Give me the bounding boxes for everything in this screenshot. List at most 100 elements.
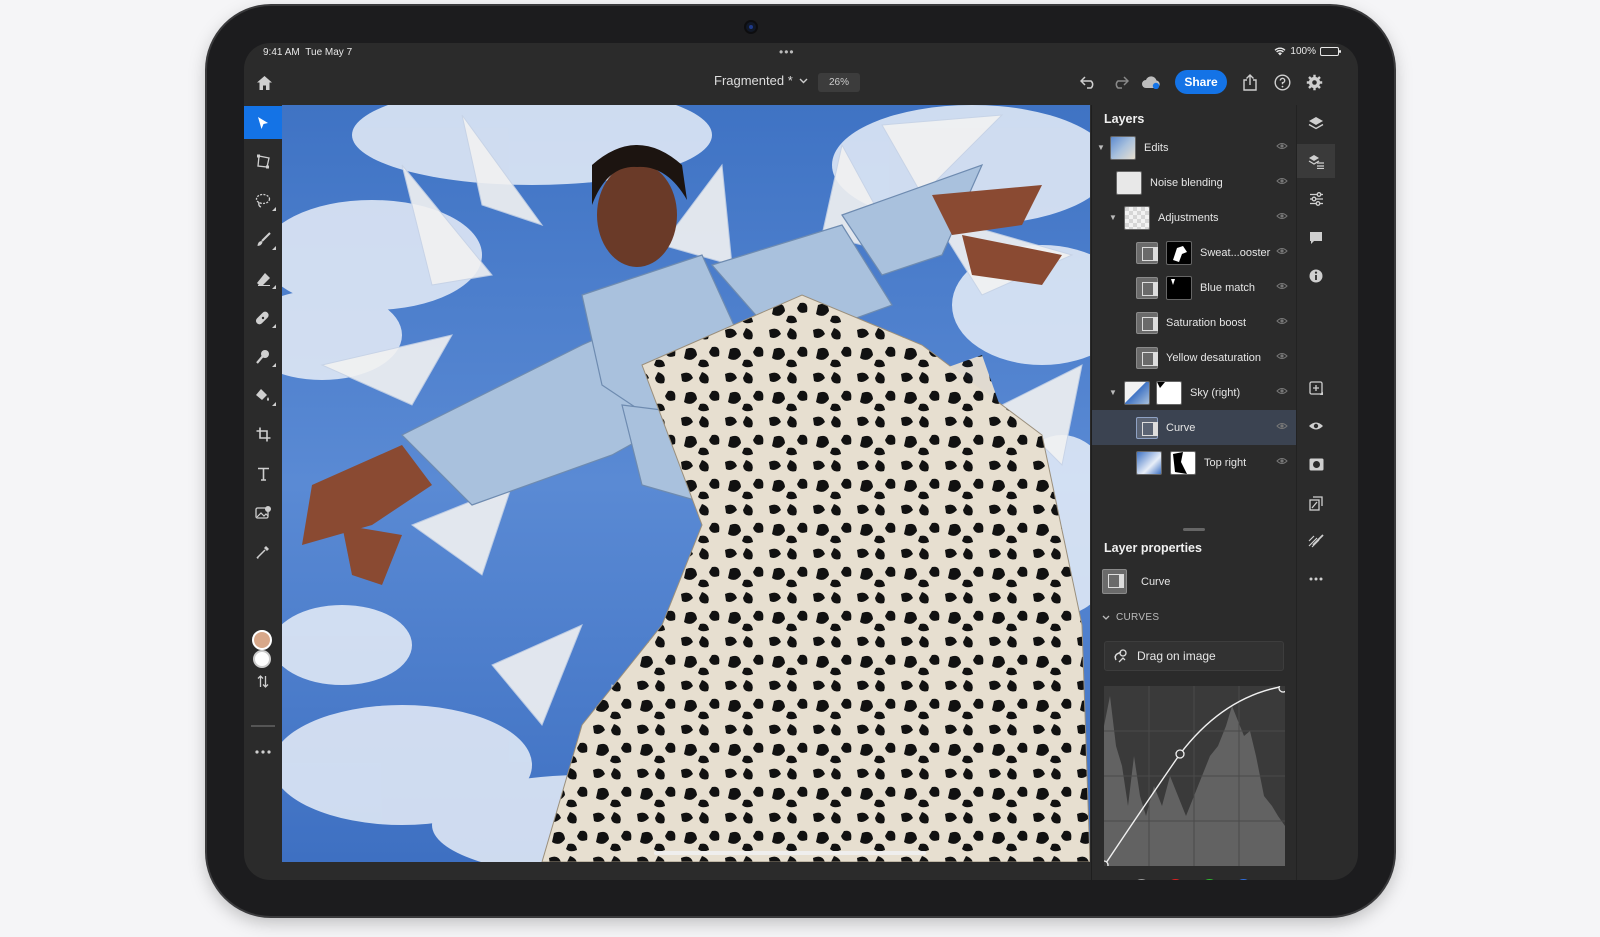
tool-rail-divider [251, 725, 275, 727]
visibility-eye-icon[interactable] [1276, 387, 1288, 395]
undo-button[interactable] [1077, 71, 1099, 93]
type-tool[interactable] [244, 457, 282, 490]
collapse-caret-icon[interactable]: ▼ [1108, 388, 1118, 397]
layer-properties-button[interactable] [1297, 144, 1335, 178]
layer-row-blue-match[interactable]: Blue match [1092, 270, 1296, 305]
refine-edge-button[interactable] [1297, 524, 1335, 558]
collapse-caret-icon[interactable]: ▼ [1096, 143, 1106, 152]
eyedropper-tool[interactable] [244, 535, 282, 568]
visibility-eye-icon[interactable] [1276, 247, 1288, 255]
status-indicators: 100% [1274, 46, 1341, 57]
layer-row-sweat-booster[interactable]: Sweat...ooster [1092, 235, 1296, 270]
adjustment-thumbnail [1136, 241, 1158, 264]
channel-green-button[interactable] [1201, 879, 1218, 880]
layer-name: Saturation boost [1166, 316, 1247, 329]
visibility-eye-icon[interactable] [1276, 177, 1288, 185]
chevron-down-icon [799, 78, 808, 83]
home-indicator[interactable] [654, 851, 926, 855]
document-title[interactable]: Fragmented * [714, 73, 808, 88]
transform-tool-icon [256, 154, 270, 169]
redo-button[interactable] [1109, 71, 1131, 93]
adjustment-thumbnail [1136, 276, 1158, 299]
visibility-eye-icon[interactable] [1276, 142, 1288, 150]
date-text: Tue May 7 [305, 47, 353, 58]
drag-on-image-label: Drag on image [1137, 649, 1216, 663]
more-tools-button[interactable] [244, 735, 282, 768]
swap-colors-icon [257, 675, 269, 688]
battery-percent: 100% [1290, 46, 1316, 57]
document-canvas[interactable] [282, 105, 1090, 862]
crop-tool[interactable] [244, 418, 282, 451]
status-bar: 9:41 AM Tue May 7 ••• 100% [244, 43, 1358, 63]
layers-panel-button[interactable] [1297, 106, 1335, 140]
add-layer-button[interactable] [1297, 371, 1335, 405]
visibility-eye-icon[interactable] [1276, 212, 1288, 220]
foreground-color-swatch[interactable] [252, 630, 272, 650]
layer-row-edits[interactable]: ▼ Edits [1092, 130, 1296, 165]
visibility-eye-icon[interactable] [1276, 282, 1288, 290]
healing-tool[interactable] [244, 301, 282, 334]
visibility-eye-icon[interactable] [1276, 317, 1288, 325]
document-title-text: Fragmented * [714, 73, 793, 88]
home-button[interactable] [253, 72, 275, 94]
brush-tool-icon [257, 232, 271, 246]
add-adjustment-button[interactable] [1297, 486, 1335, 520]
collapse-caret-icon[interactable]: ▼ [1108, 213, 1118, 222]
layer-row-sky-right[interactable]: ▼ Sky (right) [1092, 375, 1296, 410]
place-image-tool[interactable] [244, 496, 282, 529]
mask-thumbnail [1166, 275, 1192, 300]
panel-resize-handle[interactable] [1183, 528, 1205, 531]
export-button[interactable] [1239, 71, 1261, 93]
visibility-eye-icon[interactable] [1276, 457, 1288, 465]
layer-row-yellow-desaturation[interactable]: Yellow desaturation [1092, 340, 1296, 375]
submenu-indicator [272, 207, 276, 211]
lasso-tool[interactable] [244, 184, 282, 217]
clone-tool[interactable] [244, 340, 282, 373]
adjustments-panel-button[interactable] [1297, 182, 1335, 216]
drag-on-image-button[interactable]: Drag on image [1104, 641, 1284, 671]
channel-blue-button[interactable] [1235, 879, 1252, 880]
curves-graph[interactable] [1099, 683, 1288, 870]
chevron-down-icon [1102, 615, 1110, 620]
clone-tool-icon [256, 350, 269, 364]
layers-icon [1308, 116, 1324, 129]
visibility-button[interactable] [1297, 409, 1335, 443]
add-layer-icon [1308, 380, 1323, 395]
front-camera [746, 22, 756, 32]
visibility-eye-icon[interactable] [1276, 352, 1288, 360]
adjustment-thumbnail [1136, 311, 1158, 334]
add-adjustment-icon [1309, 495, 1323, 511]
select-tool[interactable] [244, 106, 282, 139]
layer-properties-title: Layer properties [1104, 541, 1202, 555]
eyedropper-icon [256, 545, 269, 559]
comments-button[interactable] [1297, 221, 1335, 255]
info-button[interactable] [1297, 259, 1335, 293]
help-button[interactable] [1271, 71, 1293, 93]
more-options-button[interactable] [1297, 562, 1335, 596]
curves-section-header[interactable]: CURVES [1102, 612, 1159, 623]
more-icon [255, 749, 271, 754]
multitasking-dots[interactable]: ••• [779, 45, 795, 59]
settings-button[interactable] [1303, 71, 1325, 93]
visibility-eye-icon[interactable] [1276, 422, 1288, 430]
zoom-level[interactable]: 26% [818, 73, 860, 92]
layer-row-saturation-boost[interactable]: Saturation boost [1092, 305, 1296, 340]
mask-button[interactable] [1297, 447, 1335, 481]
layer-row-noise-blending[interactable]: Noise blending [1092, 165, 1296, 200]
curve-adjustment-thumbnail [1136, 416, 1158, 439]
layer-row-curve[interactable]: Curve [1092, 410, 1296, 445]
swap-colors-button[interactable] [244, 665, 282, 698]
layers-panel: Layers ▼ Edits Noise blending ▼ Adjustme… [1091, 105, 1296, 880]
eraser-tool[interactable] [244, 262, 282, 295]
transform-tool[interactable] [244, 145, 282, 178]
channel-red-button[interactable] [1167, 879, 1184, 880]
lasso-tool-icon [255, 193, 271, 208]
layer-row-top-right[interactable]: Top right [1092, 445, 1296, 480]
brush-tool[interactable] [244, 223, 282, 256]
share-button[interactable]: Share [1175, 70, 1227, 94]
layer-row-adjustments[interactable]: ▼ Adjustments [1092, 200, 1296, 235]
cloud-sync-button[interactable] [1140, 71, 1162, 93]
fill-tool[interactable] [244, 379, 282, 412]
refine-icon [1308, 534, 1324, 548]
channel-rgb-button[interactable] [1133, 879, 1150, 880]
